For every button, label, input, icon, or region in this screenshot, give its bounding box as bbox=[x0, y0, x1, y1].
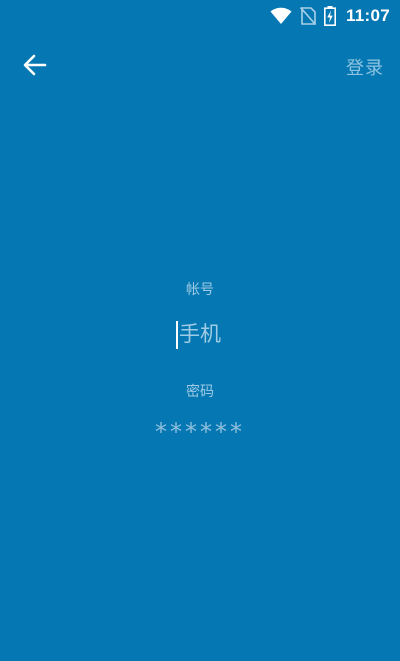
text-cursor bbox=[176, 321, 178, 349]
arrow-left-icon bbox=[23, 54, 47, 80]
account-label: 帐号 bbox=[186, 282, 214, 298]
back-button[interactable] bbox=[18, 52, 52, 82]
status-bar: 11:07 bbox=[0, 0, 400, 32]
login-form: 帐号 密码 bbox=[0, 280, 400, 452]
no-sim-icon bbox=[299, 7, 316, 25]
toolbar: 登录 bbox=[0, 40, 400, 94]
password-label: 密码 bbox=[186, 384, 214, 400]
account-input[interactable] bbox=[120, 314, 280, 354]
password-field bbox=[120, 412, 280, 452]
login-button[interactable]: 登录 bbox=[346, 54, 384, 80]
status-icons: 11:07 bbox=[270, 4, 390, 28]
wifi-icon bbox=[270, 7, 292, 25]
account-field bbox=[120, 314, 280, 354]
battery-charging-icon bbox=[323, 6, 336, 26]
password-input[interactable] bbox=[120, 412, 280, 452]
status-time: 11:07 bbox=[345, 6, 390, 25]
